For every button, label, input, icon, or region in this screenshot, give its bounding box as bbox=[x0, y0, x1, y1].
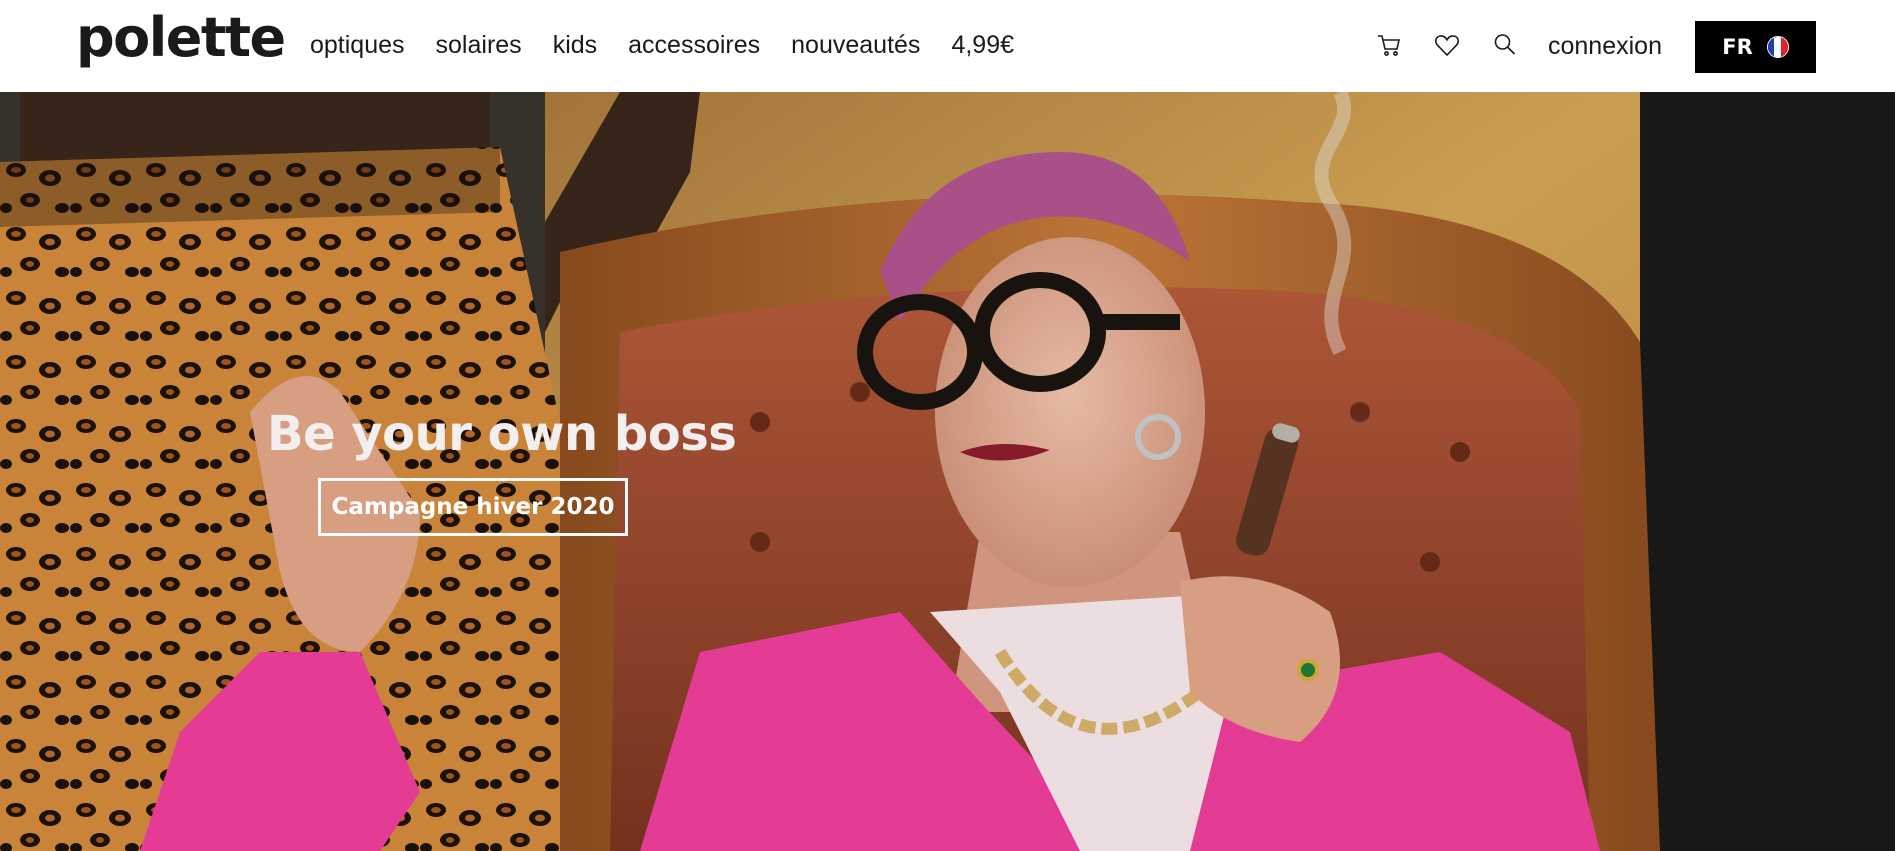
nav-item-price[interactable]: 4,99€ bbox=[951, 28, 1014, 62]
main-nav: optiques solaires kids accessoires nouve… bbox=[310, 28, 1045, 62]
login-link[interactable]: connexion bbox=[1548, 29, 1662, 63]
cart-icon bbox=[1378, 35, 1400, 56]
nav-item-kids[interactable]: kids bbox=[553, 28, 597, 62]
search-button[interactable] bbox=[1488, 28, 1522, 62]
heart-icon bbox=[1435, 35, 1459, 57]
hero-banner[interactable]: Be your own boss Campagne hiver 2020 bbox=[0, 92, 1895, 851]
polette-logo[interactable]: polette bbox=[76, 6, 286, 70]
hero-title: Be your own boss bbox=[267, 406, 737, 462]
cart-button[interactable] bbox=[1372, 28, 1406, 62]
nav-item-accessoires[interactable]: accessoires bbox=[628, 28, 760, 62]
nav-item-optiques[interactable]: optiques bbox=[310, 28, 405, 62]
hero-campaign-image bbox=[0, 92, 1895, 851]
wishlist-button[interactable] bbox=[1430, 28, 1464, 62]
search-icon bbox=[1494, 34, 1516, 55]
language-label: FR bbox=[1722, 35, 1753, 59]
campaign-button[interactable]: Campagne hiver 2020 bbox=[318, 478, 628, 536]
nav-item-solaires[interactable]: solaires bbox=[436, 28, 522, 62]
language-selector[interactable]: FR bbox=[1695, 21, 1816, 73]
site-header: polette optiques solaires kids accessoir… bbox=[0, 0, 1895, 92]
france-flag-icon bbox=[1766, 36, 1789, 58]
nav-item-nouveautes[interactable]: nouveautés bbox=[791, 28, 920, 62]
